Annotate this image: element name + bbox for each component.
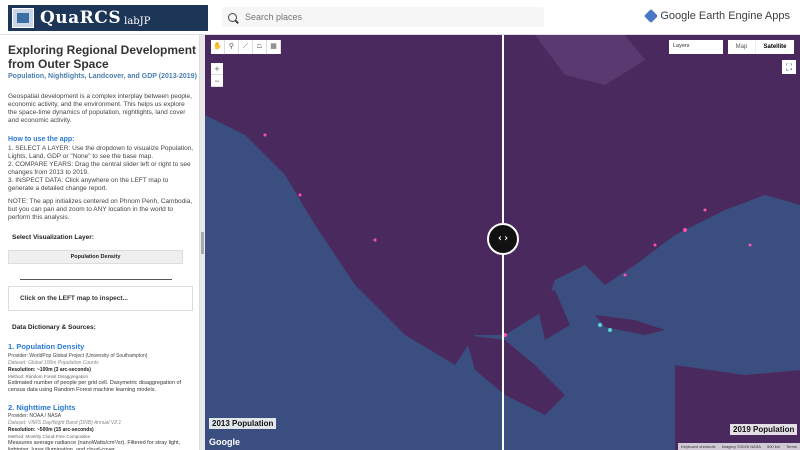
scale-bar[interactable]: 500 km: [767, 444, 780, 449]
top-bar: QuaRCS labJP Google Earth Engine Apps: [0, 0, 800, 35]
rectangle-draw-icon[interactable]: ▦: [267, 40, 281, 54]
search-bar[interactable]: [222, 7, 544, 27]
left-year-label: 2013 Population: [209, 418, 277, 429]
layers-dropdown[interactable]: Layers: [669, 40, 723, 54]
layer-select[interactable]: Population Density: [8, 250, 183, 264]
how-to-heading: How to use the app:: [8, 136, 75, 143]
source-2-heading: 2. Nighttime Lights: [8, 403, 76, 412]
google-logo: Google: [209, 437, 240, 447]
step-3-text: 3. INSPECT DATA: Click anywhere on the L…: [8, 177, 169, 192]
imagery-credit: Imagery ©2026 NASA: [721, 444, 761, 449]
note-text: NOTE: The app initializes centered on Ph…: [8, 198, 193, 221]
sidebar-panel: Exploring Regional Development from Oute…: [0, 35, 200, 450]
map-type-toggle: Map Satellite: [728, 40, 794, 54]
earth-engine-icon: [644, 8, 659, 24]
line-draw-icon[interactable]: ⟋: [239, 40, 253, 54]
inspect-prompt-box: Click on the LEFT map to inspect...: [8, 286, 193, 311]
logo-text: QuaRCS: [40, 8, 122, 28]
data-dictionary-title: Data Dictionary & Sources:: [12, 324, 96, 331]
drawing-tools: ✋ ⚲ ⟋ ⏢ ▦: [211, 40, 281, 54]
source-1-dataset: Dataset: Global 100m Population Counts: [8, 360, 99, 366]
search-input[interactable]: [245, 12, 525, 22]
keyboard-shortcuts-link[interactable]: Keyboard shortcuts: [681, 444, 715, 449]
source-1-heading: 1. Population Density: [8, 342, 85, 351]
select-layer-label: Select Visualization Layer:: [12, 234, 94, 241]
step-2-text: 2. COMPARE YEARS: Drag the central slide…: [8, 161, 191, 176]
fullscreen-icon[interactable]: ⛶: [782, 60, 796, 74]
divider: [20, 279, 172, 280]
scrollbar-thumb[interactable]: [201, 232, 204, 254]
source-2-description: Measures average radiance (nanoWatts/cm²…: [8, 440, 181, 450]
gee-label: Google Earth Engine Apps: [660, 10, 790, 22]
quarcs-logo[interactable]: QuaRCS labJP: [8, 5, 208, 31]
source-1-method: Method: Random Forest Disaggregation: [8, 374, 89, 379]
step-1-text: 1. SELECT A LAYER: Use the dropdown to v…: [8, 145, 194, 160]
logo-icon: [12, 8, 34, 28]
split-slider-handle[interactable]: ‹›: [487, 223, 519, 255]
point-marker-icon[interactable]: ⚲: [225, 40, 239, 54]
page-title: Exploring Regional Development from Oute…: [8, 43, 197, 71]
map-type-map-button[interactable]: Map: [728, 40, 756, 54]
intro-text: Geospatial development is a complex inte…: [8, 93, 192, 124]
search-icon: [228, 12, 237, 22]
zoom-out-button[interactable]: −: [211, 75, 223, 87]
map-attribution: Keyboard shortcuts Imagery ©2026 NASA 50…: [678, 443, 800, 450]
source-1-description: Estimated number of people per grid cell…: [8, 380, 182, 393]
terms-link[interactable]: Terms: [786, 444, 797, 449]
logo-subtext: labJP: [124, 15, 151, 27]
gee-brand[interactable]: Google Earth Engine Apps: [644, 8, 790, 24]
split-map[interactable]: ✋ ⚲ ⟋ ⏢ ▦ + − Layers Map Satellite ⛶ ‹› …: [205, 35, 800, 450]
source-2-resolution: Resolution: ~500m (15 arc-seconds): [8, 427, 94, 433]
page-subtitle: Population, Nightlights, Landcover, and …: [8, 73, 197, 80]
source-1-resolution: Resolution: ~100m (3 arc-seconds): [8, 367, 91, 373]
source-2-provider: Provider: NOAA / NASA: [8, 413, 62, 419]
pan-hand-icon[interactable]: ✋: [211, 40, 225, 54]
zoom-in-button[interactable]: +: [211, 63, 223, 75]
source-2-method: Method: Monthly Cloud-Free Composites: [8, 434, 91, 439]
polygon-draw-icon[interactable]: ⏢: [253, 40, 267, 54]
source-2-dataset: Dataset: VIIRS Day/Night Band (DNB) Annu…: [8, 420, 122, 426]
map-type-satellite-button[interactable]: Satellite: [756, 40, 794, 54]
zoom-control: + −: [211, 63, 223, 87]
source-1-provider: Provider: WorldPop Global Project (Unive…: [8, 353, 148, 359]
right-year-label: 2019 Population: [730, 424, 798, 435]
